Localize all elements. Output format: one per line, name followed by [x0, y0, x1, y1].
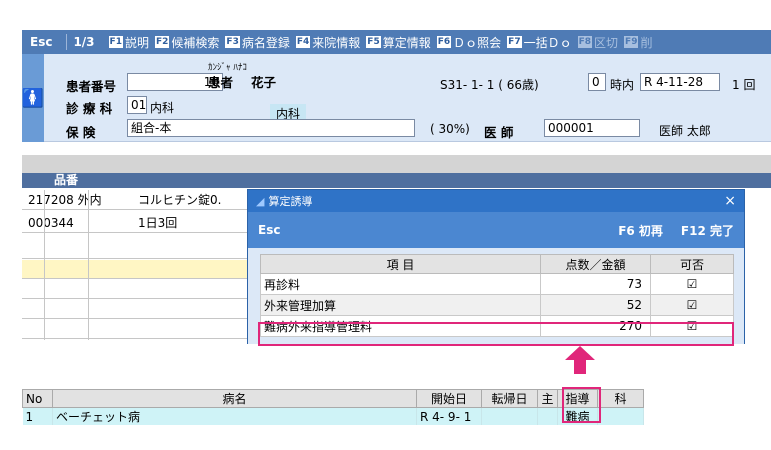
col-no: No: [22, 389, 53, 408]
col-disease: 病名: [52, 389, 417, 408]
birth-date: S31- 1- 1 ( 66歳): [440, 78, 539, 92]
col-item: 項 目: [260, 254, 541, 274]
item-points: 73: [540, 273, 651, 295]
doctor-name: 医師 太郎: [659, 124, 711, 138]
patient-name: 花子: [251, 75, 277, 90]
item-name: 外来管理加算: [260, 294, 541, 316]
doctor-label: 医 師: [484, 125, 514, 140]
f3-button[interactable]: F3 病名登録: [225, 34, 290, 51]
f9-button[interactable]: F9 削: [624, 34, 652, 51]
dialog-titlebar: ◢ 算定誘導 ×: [248, 190, 744, 212]
item-name: コルヒチン錠0.: [138, 193, 222, 207]
f6-shoshin-button[interactable]: F6 初再: [618, 222, 663, 239]
jinai-label: 時内: [610, 78, 635, 92]
col-points: 点数／金額: [540, 254, 651, 274]
dialog-title: 算定誘導: [268, 195, 313, 208]
function-key-bar: Esc 1/3 F1 説明 F2 候補検索 F3 病名登録 F4 来院情報 F5 算定情報…: [22, 30, 771, 54]
arrow-up-icon: [565, 346, 595, 374]
close-icon[interactable]: ×: [724, 193, 736, 209]
table-row-selected[interactable]: [22, 260, 262, 279]
disease-table: No 病名 開始日 転帰日 主 指導 科 1 ベーチェット病 R 4- 9- 1…: [22, 389, 644, 425]
f8-button[interactable]: F8 区切: [577, 34, 618, 51]
dept-label: 診 療 科: [66, 101, 113, 116]
table-row[interactable]: 外来管理加算 52 ☑: [260, 294, 734, 316]
col-ok: 可否: [650, 254, 734, 274]
disease-end: [481, 407, 538, 425]
table-row[interactable]: [22, 280, 262, 299]
female-patient-icon: 🚺: [22, 54, 44, 142]
table-row[interactable]: [22, 320, 262, 339]
patient-id-label: 患者番号: [66, 79, 117, 94]
f2-button[interactable]: F2 候補検索: [154, 34, 219, 51]
dept-name: 内科: [150, 101, 175, 115]
highlight-box: [562, 387, 601, 423]
disease-no: 1: [22, 407, 53, 425]
doctor-code-field[interactable]: 000001: [544, 119, 640, 137]
table-row[interactable]: 217208 外内 コルヒチン錠0.: [22, 191, 262, 210]
santei-dialog: ◢ 算定誘導 × Esc F6 初再 F12 完了 項 目 点数／金額 可否 再…: [247, 189, 745, 344]
item-name: 1日3回: [138, 216, 178, 230]
insurance-field[interactable]: 組合-本: [127, 119, 415, 137]
table-row[interactable]: [22, 300, 262, 319]
col-end: 転帰日: [481, 389, 538, 408]
dialog-toolbar: Esc F6 初再 F12 完了: [248, 212, 744, 248]
f5-button[interactable]: F5 算定情報: [366, 34, 431, 51]
item-points: 52: [540, 294, 651, 316]
item-code: 000344: [28, 216, 74, 230]
divider: [66, 34, 68, 50]
visit-count: 1 回: [732, 78, 756, 92]
disease-name: ベーチェット病: [52, 407, 417, 425]
f6-button[interactable]: F6 Ｄｏ照会: [436, 34, 501, 51]
insurance-rate: ( 30%): [430, 122, 470, 136]
highlight-box: [258, 322, 734, 346]
table-row[interactable]: [22, 240, 262, 259]
table-row[interactable]: 000344 1日3回: [22, 214, 262, 233]
esc-button[interactable]: Esc: [258, 223, 280, 237]
item-name: 再診料: [260, 273, 541, 295]
disease-start: R 4- 9- 1: [416, 407, 482, 425]
table-row[interactable]: 1 ベーチェット病 R 4- 9- 1 難病: [22, 407, 644, 425]
col-start: 開始日: [416, 389, 482, 408]
patient-label: 患者: [208, 75, 234, 90]
item-code-header: 品番: [54, 173, 79, 187]
table-row[interactable]: 再診料 73 ☑: [260, 273, 734, 295]
jinai-code-field[interactable]: 0: [588, 73, 606, 91]
patient-panel: 🚺 患者番号 10 ｶﾝｼﾞｬ ﾊﾅｺ 患者 花子 S31- 1- 1 ( 66…: [22, 54, 771, 142]
f4-button[interactable]: F4 来院情報: [295, 34, 360, 51]
grid-divider: [88, 190, 89, 340]
f1-button[interactable]: F1 説明: [108, 34, 149, 51]
f7-button[interactable]: F7 一括Ｄｏ: [507, 34, 572, 51]
col-dept: 科: [597, 389, 644, 408]
grid-divider: [44, 190, 45, 340]
page-indicator: 1/3: [73, 35, 95, 49]
esc-button[interactable]: Esc: [22, 35, 60, 49]
app-icon: ◢: [256, 194, 265, 208]
grid-toolbar: [22, 155, 771, 173]
disease-main: [537, 407, 558, 425]
grid-header: 品番: [22, 173, 771, 188]
insurance-label: 保 険: [66, 125, 96, 140]
visit-date-field[interactable]: R 4-11-28: [640, 73, 720, 91]
disease-dept: [597, 407, 644, 425]
dept-code-field[interactable]: 01: [127, 96, 147, 114]
checkbox[interactable]: ☑: [650, 273, 734, 295]
f12-done-button[interactable]: F12 完了: [681, 222, 734, 239]
col-main: 主: [537, 389, 558, 408]
item-code: 217208 外内: [28, 193, 102, 207]
checkbox[interactable]: ☑: [650, 294, 734, 316]
